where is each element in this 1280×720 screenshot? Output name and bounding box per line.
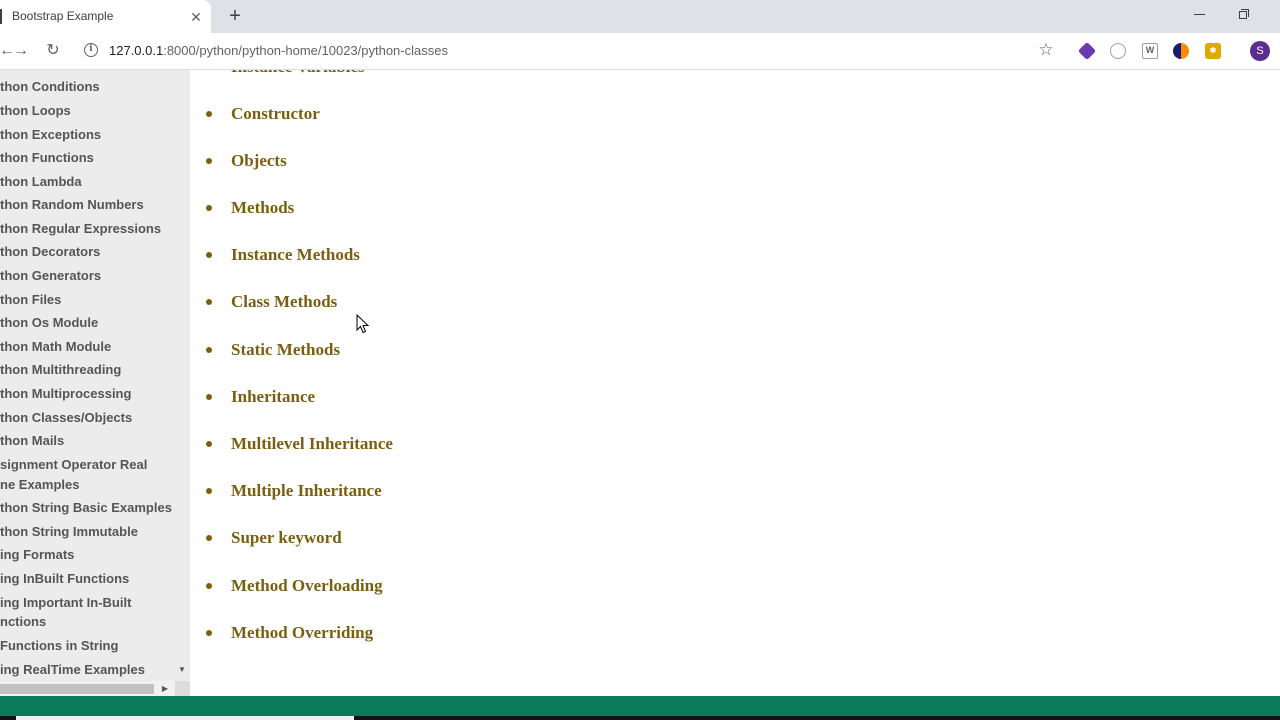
sidebar-item[interactable]: Functions in String [0, 636, 175, 656]
scroll-right-arrow-icon[interactable]: ▶ [158, 682, 172, 696]
info-icon[interactable]: i [84, 43, 98, 57]
extension-gear-icon[interactable]: ✱ [1205, 43, 1221, 59]
sidebar-item[interactable]: thon Loops [0, 101, 175, 121]
profile-avatar[interactable]: S [1250, 41, 1270, 61]
topic-link[interactable]: Multiple Inheritance [231, 479, 382, 503]
bullet [206, 535, 212, 541]
topic-link[interactable]: Method Overloading [231, 574, 383, 598]
sidebar-item[interactable]: thon String Immutable [0, 522, 175, 542]
sidebar-item[interactable]: ing RealTime Examples [0, 660, 175, 680]
tab-bootstrap-example[interactable]: Bootstrap Example ✕ [0, 0, 211, 33]
sidebar: thon Conditions thon Loops thon Exceptio… [0, 70, 190, 696]
bullet [206, 111, 212, 117]
bullet [206, 630, 212, 636]
extension-purple-icon[interactable] [1077, 41, 1097, 61]
restore-button[interactable] [1234, 4, 1254, 24]
bullet [206, 583, 212, 589]
sidebar-item[interactable]: signment Operator Real [0, 455, 175, 475]
sidebar-item[interactable]: thon String Basic Examples [0, 498, 175, 518]
address-bar[interactable]: 127.0.0.1:8000/python/python-home/10023/… [109, 43, 448, 58]
sidebar-item-continued[interactable]: ne Examples [0, 475, 175, 495]
taskbar-active-app[interactable] [16, 716, 354, 720]
forward-icon[interactable]: → [10, 40, 32, 62]
minimize-button[interactable] [1190, 4, 1210, 24]
scrollbar-thumb[interactable] [0, 684, 154, 694]
bullet [206, 252, 212, 258]
sidebar-item[interactable]: thon Multithreading [0, 360, 175, 380]
sidebar-item[interactable]: thon Decorators [0, 242, 175, 262]
sidebar-item[interactable]: thon Random Numbers [0, 195, 175, 215]
reload-icon[interactable]: ↻ [42, 40, 64, 62]
sidebar-item[interactable]: thon Os Module [0, 313, 175, 333]
topic-link[interactable]: Super keyword [231, 526, 342, 550]
sidebar-item[interactable]: thon Conditions [0, 77, 175, 97]
sidebar-item[interactable]: ing Formats [0, 545, 175, 565]
topic-link[interactable]: Class Methods [231, 290, 337, 314]
sidebar-item[interactable]: thon Mails [0, 431, 175, 451]
tab-edge [0, 9, 2, 24]
sidebar-item[interactable]: thon Math Module [0, 337, 175, 357]
topic-link[interactable]: Multilevel Inheritance [231, 432, 393, 456]
tab-title: Bootstrap Example [12, 9, 114, 23]
sidebar-item[interactable]: thon Functions [0, 148, 175, 168]
sidebar-item[interactable]: thon Lambda [0, 172, 175, 192]
sidebar-item-classes-objects[interactable]: thon Classes/Objects [0, 408, 175, 428]
browser-toolbar: ← → ↻ i 127.0.0.1:8000/python/python-hom… [0, 33, 1280, 70]
sidebar-item[interactable]: thon Multiprocessing [0, 384, 175, 404]
new-tab-button[interactable]: + [224, 5, 246, 27]
sidebar-item[interactable]: thon Generators [0, 266, 175, 286]
url-path: :8000/python/python-home/10023/python-cl… [163, 43, 448, 58]
bullet [206, 299, 212, 305]
bullet [206, 488, 212, 494]
sidebar-item-continued[interactable]: nctions [0, 612, 175, 632]
horizontal-scrollbar[interactable]: ▶ [0, 681, 190, 696]
sidebar-item[interactable]: thon Regular Expressions [0, 219, 175, 239]
sidebar-item[interactable]: ing InBuilt Functions [0, 569, 175, 589]
topic-link[interactable]: Objects [231, 149, 287, 173]
topic-link[interactable]: Instance Variables [231, 70, 365, 79]
main-content: Instance Variables Constructor Objects M… [190, 70, 1280, 696]
bullet [206, 394, 212, 400]
topic-link[interactable]: Static Methods [231, 338, 340, 362]
topic-link[interactable]: Inheritance [231, 385, 315, 409]
scroll-down-arrow-icon[interactable]: ▼ [175, 663, 189, 677]
bullet [206, 205, 212, 211]
extension-orange-icon[interactable] [1173, 43, 1189, 59]
url-host: 127.0.0.1 [109, 43, 164, 58]
sidebar-item[interactable]: thon Exceptions [0, 125, 175, 145]
scrollbar-corner [175, 681, 190, 696]
topic-link[interactable]: Constructor [231, 102, 320, 126]
extension-shield-icon[interactable]: W [1142, 43, 1158, 59]
bullet [206, 441, 212, 447]
sidebar-item[interactable]: ing Important In-Built [0, 593, 175, 613]
sidebar-item[interactable]: thon Files [0, 290, 175, 310]
star-icon[interactable]: ☆ [1036, 40, 1056, 60]
bullet [206, 347, 212, 353]
mouse-cursor-icon [356, 314, 370, 334]
topic-link[interactable]: Methods [231, 196, 294, 220]
tab-strip: Bootstrap Example ✕ + [0, 0, 1280, 33]
tab-close-icon[interactable]: ✕ [186, 7, 206, 27]
bullet [206, 158, 212, 164]
extension-circle-icon[interactable] [1110, 43, 1126, 59]
topic-link[interactable]: Method Overriding [231, 621, 373, 645]
topic-link[interactable]: Instance Methods [231, 243, 360, 267]
page-footer-bar [0, 696, 1280, 716]
